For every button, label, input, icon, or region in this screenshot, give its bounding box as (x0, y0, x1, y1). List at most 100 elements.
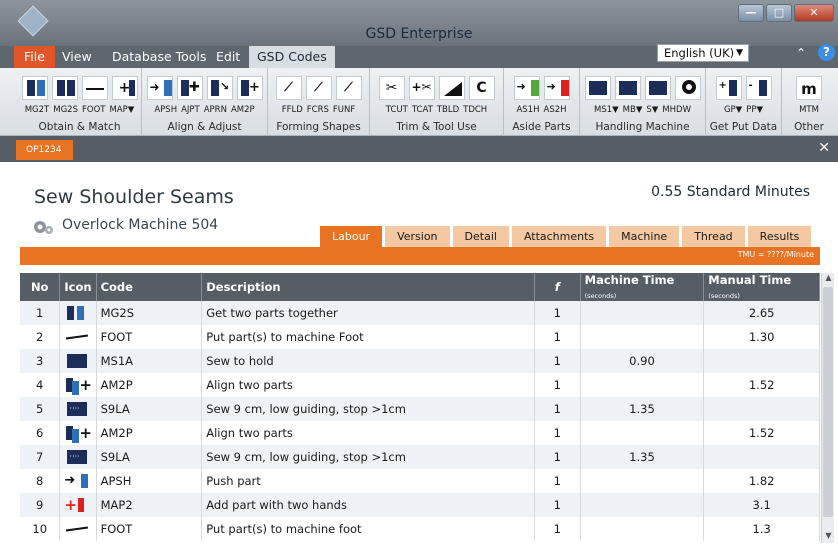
apsh-icon: ➜ (64, 472, 90, 490)
cell-manual-time: 2.65 (703, 301, 820, 325)
cell-no: 7 (20, 445, 61, 469)
col-icon[interactable]: Icon (59, 273, 97, 301)
tcat-button[interactable]: +✂ (408, 76, 435, 100)
map-button[interactable]: + (111, 76, 138, 100)
map-label: MAP▼ (109, 105, 135, 115)
cell-description: Put part(s) to machine foot (201, 517, 535, 541)
aprn-button[interactable]: ↘ (206, 76, 233, 100)
cell-manual-time (703, 397, 820, 421)
scroll-up-icon[interactable]: ▲ (822, 273, 835, 285)
col-machine-time[interactable]: Machine Time (seconds) (580, 273, 705, 301)
table-row[interactable]: 1 MG2S Get two parts together 1 2.65 (20, 301, 820, 325)
cell-no: 8 (20, 469, 61, 493)
am2p-icon: + (64, 424, 92, 443)
col-code[interactable]: Code (96, 273, 203, 301)
ms1-button[interactable] (584, 76, 611, 100)
tdch-button[interactable]: C (468, 76, 495, 100)
table-row[interactable]: 6 + AM2P Align two parts 1 1.52 (20, 421, 820, 445)
tab-detail[interactable]: Detail (452, 226, 509, 247)
collapse-ribbon-icon[interactable]: ⌃ (796, 46, 806, 60)
table-row[interactable]: 10 FOOT Put part(s) to machine foot 1 1.3 (20, 517, 820, 541)
mtm-button[interactable]: m (796, 76, 822, 100)
cell-icon: ···· (59, 397, 97, 421)
cell-manual-time (703, 445, 820, 469)
table-row[interactable]: 3 MS1A Sew to hold 1 0.90 (20, 349, 820, 373)
col-manual-time[interactable]: Manual Time (seconds) (703, 273, 820, 301)
machine-time-header: Machine Time (584, 273, 675, 287)
tab-thread[interactable]: Thread (682, 226, 745, 247)
cell-frequency: 1 (534, 445, 581, 469)
ajpt-button[interactable]: ✚ (176, 76, 203, 100)
cell-machine-time (580, 325, 705, 349)
tab-file[interactable]: File (14, 46, 55, 68)
tab-version[interactable]: Version (385, 226, 450, 247)
table-row[interactable]: 8 ➜ APSH Push part 1 1.82 (20, 469, 820, 493)
table-row[interactable]: 9 + MAP2 Add part with two hands 1 3.1 (20, 493, 820, 517)
apsh-button[interactable]: ➜ (146, 76, 173, 100)
as1h-label: AS1H (516, 105, 540, 115)
ffld-button[interactable]: ⟋ (275, 76, 302, 100)
tab-labour[interactable]: Labour (320, 226, 383, 247)
fcrs-button[interactable]: ⟋ (305, 76, 332, 100)
as2h-button[interactable]: ➜ (543, 76, 570, 100)
group-obtain-match: + MG2T MG2S FOOT MAP▼ Obtain & Match (18, 68, 142, 136)
tab-edit[interactable]: Edit (208, 46, 248, 68)
cell-description: Push part (201, 469, 535, 493)
tab-results[interactable]: Results (747, 226, 812, 247)
minimize-button[interactable]: — (738, 4, 764, 22)
close-button[interactable]: ✕ (794, 4, 834, 22)
mb-button[interactable] (614, 76, 641, 100)
tab-database-tools[interactable]: Database Tools (104, 46, 214, 68)
s9la-icon: ···· (64, 448, 90, 466)
table-row[interactable]: 4 + AM2P Align two parts 1 1.52 (20, 373, 820, 397)
cell-no: 1 (20, 301, 61, 325)
help-icon[interactable]: ? (818, 44, 835, 61)
tab-attachments[interactable]: Attachments (511, 226, 607, 247)
funf-button[interactable]: ⟋ (335, 76, 362, 100)
ms1a-icon (64, 352, 90, 370)
cell-icon (59, 325, 97, 349)
mg2s-button[interactable] (51, 76, 78, 100)
language-select[interactable]: English (UK) ▼ (657, 44, 749, 62)
mg2t-button[interactable] (21, 76, 48, 100)
close-document-icon[interactable]: ✕ (818, 140, 830, 156)
cell-machine-time (580, 301, 705, 325)
mhdw-button[interactable] (674, 76, 701, 100)
pp-button[interactable]: - (745, 76, 772, 100)
mg2s-label: MG2S (53, 105, 78, 115)
tab-machine[interactable]: Machine (609, 226, 680, 247)
tcut-button[interactable]: ✂ (378, 76, 405, 100)
title-bar: GSD Enterprise — □ ✕ (0, 0, 838, 46)
tab-view[interactable]: View (54, 46, 100, 68)
as2h-label: AS2H (543, 105, 567, 115)
table-row[interactable]: 5 ···· S9LA Sew 9 cm, low guiding, stop >1c… (20, 397, 820, 421)
am2p-button[interactable]: + (236, 76, 263, 100)
cell-manual-time: 3.1 (703, 493, 820, 517)
scroll-thumb[interactable] (823, 287, 833, 517)
standard-minutes: 0.55 Standard Minutes (651, 184, 810, 200)
gp-label: GP▼ (723, 105, 743, 115)
fcrs-label: FCRS (306, 105, 329, 115)
table-row[interactable]: 2 FOOT Put part(s) to machine Foot 1 1.30 (20, 325, 820, 349)
s-label: S▼ (646, 105, 659, 115)
maximize-button[interactable]: □ (766, 4, 792, 22)
tbld-button[interactable] (438, 76, 465, 100)
gp-button[interactable]: + (715, 76, 742, 100)
cell-manual-time: 1.30 (703, 325, 820, 349)
col-no[interactable]: No (20, 273, 61, 301)
col-frequency[interactable]: f (534, 273, 581, 301)
unit-label: (seconds) (584, 292, 617, 300)
tab-gsd-codes[interactable]: GSD Codes (249, 46, 335, 68)
cell-description: Add part with two hands (201, 493, 535, 517)
table-scrollbar[interactable]: ▲ ▼ (821, 273, 834, 543)
scroll-down-icon[interactable]: ▼ (822, 531, 835, 543)
doc-tab-op1234[interactable]: OP1234 (16, 140, 74, 160)
mg2s-icon (64, 304, 90, 322)
col-description[interactable]: Description (201, 273, 535, 301)
s-button[interactable] (644, 76, 671, 100)
table-row[interactable]: 7 ···· S9LA Sew 9 cm, low guiding, stop >1c… (20, 445, 820, 469)
table-header-row: No Icon Code Description f Machine Time … (20, 273, 820, 301)
as1h-button[interactable]: ➜ (513, 76, 540, 100)
am2p-label: AM2P (230, 105, 255, 115)
foot-button[interactable] (81, 76, 108, 100)
